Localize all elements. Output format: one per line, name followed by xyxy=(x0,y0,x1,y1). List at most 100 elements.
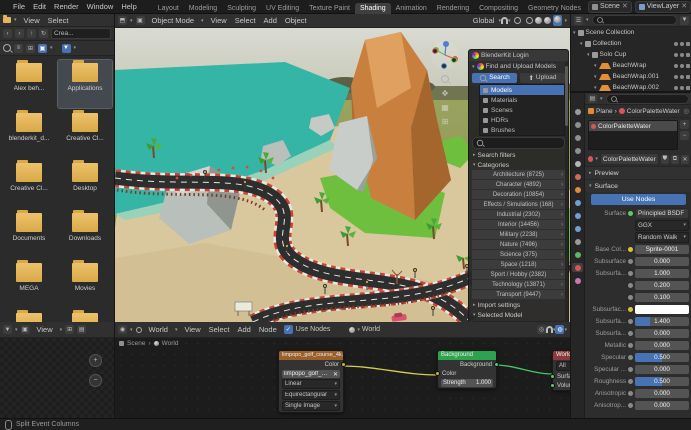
workspace-tab[interactable]: Shading xyxy=(355,3,391,14)
workspace-tab[interactable]: Modeling xyxy=(184,3,222,14)
categories-section[interactable]: ▾Categories xyxy=(469,160,568,170)
view-layer-unlink-icon[interactable]: ✕ xyxy=(681,3,687,10)
property-value-field[interactable]: 1.400 xyxy=(635,317,689,326)
properties-tab[interactable] xyxy=(572,237,583,246)
folder-item[interactable]: Documents xyxy=(2,210,56,258)
distribution-dropdown[interactable]: GGX▾ xyxy=(635,220,689,231)
duplicate-icon[interactable]: ⧉ xyxy=(671,155,679,164)
background-output-socket[interactable] xyxy=(494,362,499,367)
snap-magnet-icon[interactable] xyxy=(501,17,508,24)
source-dropdown[interactable]: Single Image▾ xyxy=(282,401,340,411)
properties-search-input[interactable] xyxy=(606,94,689,104)
node-canvas[interactable]: Scene› World limpopo_golf_course_4k.exr … xyxy=(115,338,570,418)
asset-type-item[interactable]: HDRs xyxy=(480,115,564,125)
outliner-row[interactable]: ▾ Solo Cup xyxy=(571,49,691,60)
shader-overlay-icon[interactable]: ◍ xyxy=(555,325,564,334)
file-browser-editor-icon[interactable] xyxy=(3,17,11,23)
remove-slot-button[interactable]: − xyxy=(680,131,689,140)
volume-input-socket[interactable] xyxy=(550,383,555,388)
mode-dropdown[interactable]: Object Mode xyxy=(148,16,199,25)
import-settings-section[interactable]: ▸Import settings xyxy=(469,300,568,310)
property-value-field[interactable]: 0.500 xyxy=(635,353,689,362)
blenderkit-upload-tab[interactable]: ⬆ Upload xyxy=(520,73,565,83)
pin-icon[interactable]: ◎ xyxy=(683,107,689,115)
search-filters-section[interactable]: ▸Search filters xyxy=(469,150,568,160)
viewport-menu-item[interactable]: Select xyxy=(231,16,260,25)
world-datablock-name[interactable]: World xyxy=(362,326,380,333)
display-thumbnail-icon[interactable]: ▣ xyxy=(38,44,47,53)
display-list-icon[interactable]: ≡ xyxy=(14,44,23,53)
material-slot-list[interactable]: ColorPaletteWater xyxy=(588,120,678,150)
property-value-field[interactable]: 0.000 xyxy=(635,365,689,374)
topbar-menu-item[interactable]: Window xyxy=(83,2,118,11)
workspace-tab[interactable]: UV Editing xyxy=(261,3,304,14)
path-field[interactable]: Crea... xyxy=(51,28,111,39)
shader-editor-icon[interactable]: ◉ xyxy=(118,325,127,334)
outliner-row[interactable]: ▾ BeachWrap xyxy=(571,60,691,71)
visibility-toggles[interactable] xyxy=(674,53,690,57)
search-icon[interactable] xyxy=(3,44,11,52)
property-value-field[interactable]: 0.000 xyxy=(635,329,689,338)
property-value-field[interactable]: 0.000 xyxy=(635,257,689,266)
topbar-menu-item[interactable]: File xyxy=(9,2,29,11)
properties-tab[interactable] xyxy=(572,263,583,272)
scene-selector[interactable]: Scene ✕ xyxy=(588,1,632,13)
visibility-toggles[interactable] xyxy=(674,86,690,90)
properties-tab[interactable] xyxy=(572,172,583,181)
category-item[interactable]: Transport (9447) xyxy=(472,290,565,300)
interpolation-dropdown[interactable]: Linear▾ xyxy=(282,379,340,389)
visibility-toggles[interactable] xyxy=(674,42,690,46)
filter-funnel-icon[interactable]: ▼ xyxy=(62,44,71,53)
category-item[interactable]: Interior (14456) xyxy=(472,220,565,230)
footer-book-icon[interactable]: ▤ xyxy=(77,325,86,334)
folder-item[interactable]: blenderkit_d... xyxy=(2,110,56,158)
footer-view-menu[interactable]: View xyxy=(33,325,57,334)
shader-type-dropdown[interactable]: World xyxy=(145,325,172,334)
footer-thumbnail-icon[interactable]: ▣ xyxy=(21,325,30,334)
property-value-field[interactable]: 0.000 xyxy=(635,389,689,398)
shading-solid-icon[interactable] xyxy=(535,17,542,24)
property-value-field[interactable]: 0.000 xyxy=(635,401,689,410)
category-item[interactable]: Decoration (10854) xyxy=(472,190,565,200)
move-view-icon[interactable]: ✥ xyxy=(440,88,450,98)
shading-material-icon[interactable] xyxy=(544,17,551,24)
world-output-node[interactable]: World Output All▾ Surface Volume xyxy=(552,350,570,391)
asset-type-item[interactable]: Brushes xyxy=(480,125,564,135)
outliner-filter-icon[interactable]: ▼ xyxy=(680,16,689,25)
workspace-tab[interactable]: Sculpting xyxy=(222,3,261,14)
shader-pin-icon[interactable]: ◎ xyxy=(537,325,546,334)
workspace-tab[interactable]: Rendering xyxy=(432,3,474,14)
footer-grid-icon[interactable]: ⊞ xyxy=(65,325,74,334)
unlink-icon[interactable]: ✕ xyxy=(681,155,689,164)
properties-tab[interactable] xyxy=(572,133,583,142)
add-slot-button[interactable]: + xyxy=(680,120,689,129)
property-value-field[interactable]: 0.000 xyxy=(635,341,689,350)
shader-editor-menu-item[interactable]: Node xyxy=(255,325,281,334)
zoom-in-button[interactable]: + xyxy=(89,354,102,367)
folder-item[interactable]: MEGA xyxy=(2,260,56,308)
outliner-search-input[interactable] xyxy=(592,15,677,25)
blenderkit-search-input[interactable] xyxy=(472,137,565,149)
folder-item[interactable]: Applications xyxy=(58,60,112,108)
property-value-field[interactable]: 1.000 xyxy=(635,269,689,278)
material-slot[interactable]: ColorPaletteWater xyxy=(589,121,677,131)
asset-type-item[interactable]: Materials xyxy=(480,95,564,105)
display-grid-icon[interactable]: ⊞ xyxy=(26,44,35,53)
surface-section[interactable]: ▾Surface xyxy=(585,179,691,192)
use-nodes-button[interactable]: Use Nodes xyxy=(591,194,686,205)
zoom-out-button[interactable]: − xyxy=(89,374,102,387)
properties-tab[interactable] xyxy=(572,224,583,233)
ortho-toggle-icon[interactable]: ⊞ xyxy=(440,116,450,126)
property-value-field[interactable]: Sprite-0001 xyxy=(635,245,689,254)
file-browser-menu-item[interactable]: View xyxy=(20,16,44,25)
category-item[interactable]: Character (4892) xyxy=(472,180,565,190)
panel-scrollbar[interactable] xyxy=(565,62,568,322)
properties-tab[interactable] xyxy=(572,250,583,259)
file-browser-menu-item[interactable]: Select xyxy=(44,16,73,25)
property-value-field[interactable]: 0.500 xyxy=(635,377,689,386)
footer-filter-icon[interactable]: ▼ xyxy=(3,325,12,334)
breadcrumb-object[interactable]: Plane xyxy=(596,108,613,115)
asset-type-item[interactable]: Models xyxy=(480,85,564,95)
category-item[interactable]: Science (375) xyxy=(472,250,565,260)
properties-tab[interactable] xyxy=(572,198,583,207)
